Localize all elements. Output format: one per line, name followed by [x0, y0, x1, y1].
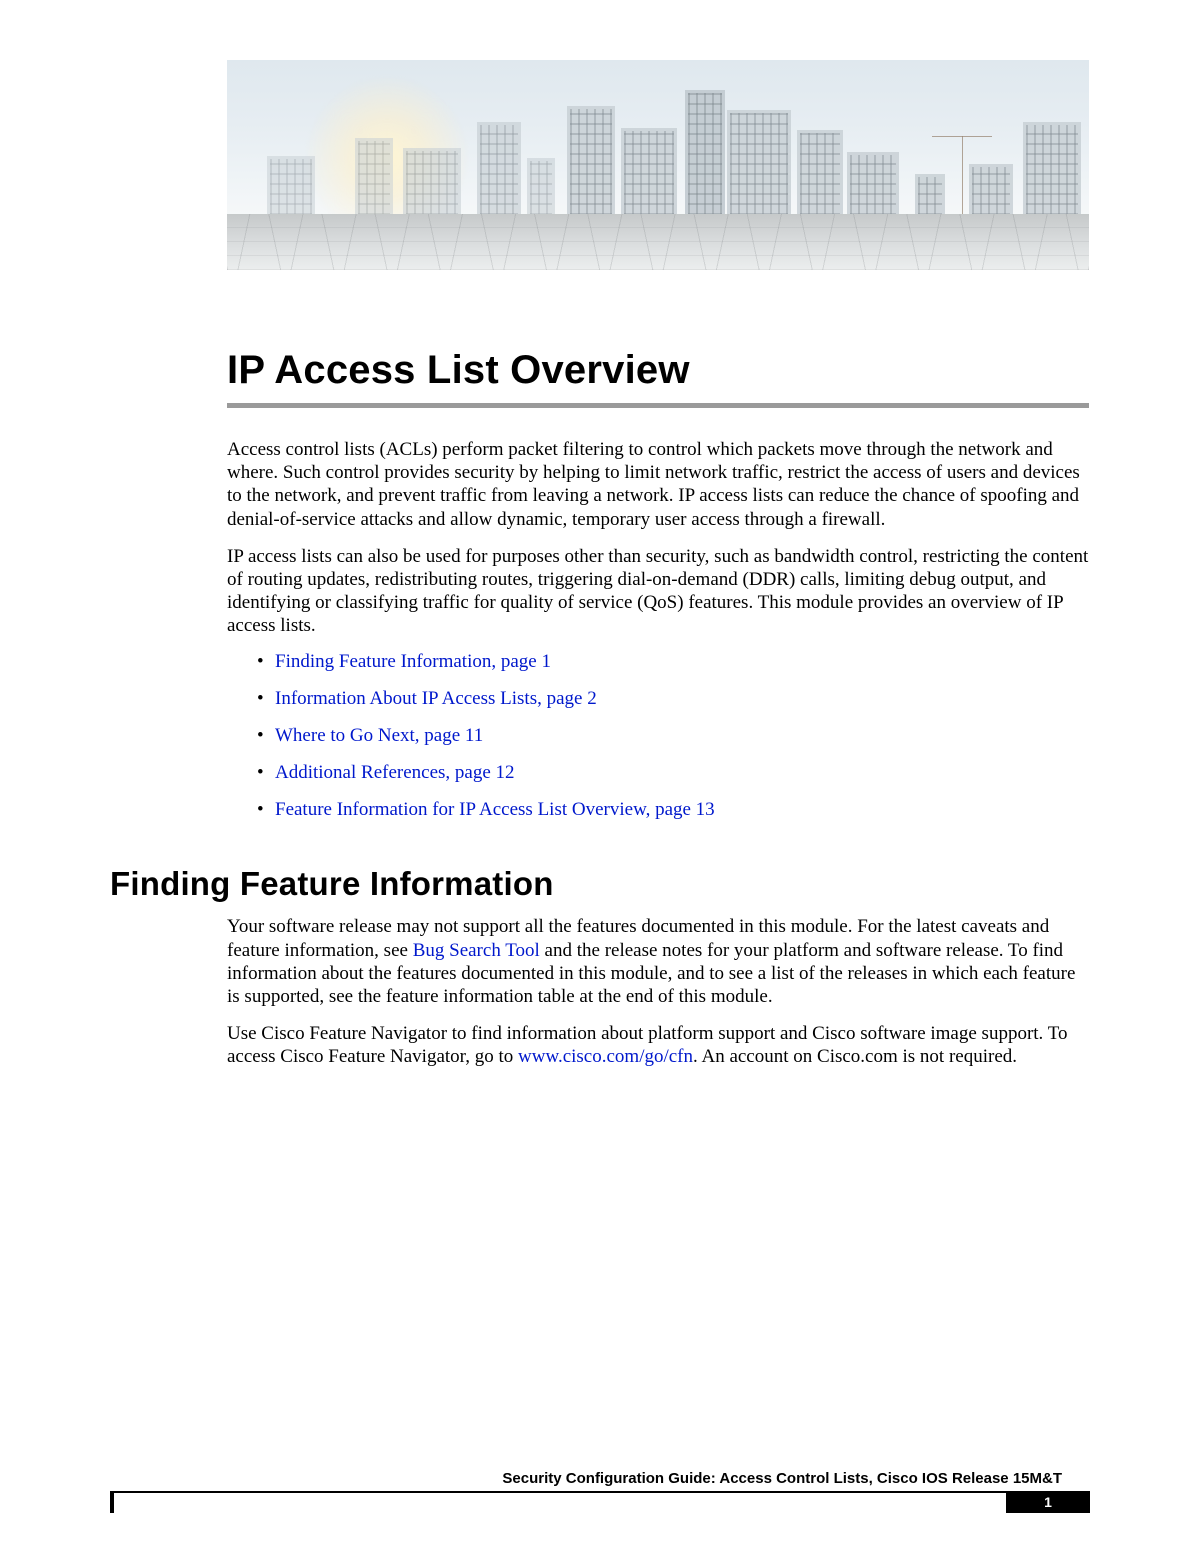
- footer-left-tick: [110, 1491, 114, 1513]
- building: [727, 110, 791, 218]
- building: [355, 138, 393, 218]
- building: [915, 174, 945, 218]
- intro-block: Access control lists (ACLs) perform pack…: [227, 438, 1089, 821]
- title-rule: [227, 403, 1089, 408]
- toc-item: Where to Go Next, page 11: [257, 725, 1089, 748]
- toc-link[interactable]: Where to Go Next, page 11: [275, 725, 483, 746]
- building: [403, 148, 461, 218]
- toc-item: Information About IP Access Lists, page …: [257, 688, 1089, 711]
- intro-paragraph: IP access lists can also be used for pur…: [227, 545, 1089, 638]
- toc-link[interactable]: Additional References, page 12: [275, 762, 515, 783]
- header-banner-image: [227, 60, 1089, 270]
- building: [797, 130, 843, 218]
- crane-icon: [962, 136, 963, 218]
- section-body: Your software release may not support al…: [227, 915, 1089, 1068]
- bug-search-tool-link[interactable]: Bug Search Tool: [413, 940, 540, 961]
- page-number: 1: [1044, 1494, 1052, 1510]
- building: [621, 128, 677, 218]
- footer-doc-title: Security Configuration Guide: Access Con…: [110, 1470, 1090, 1487]
- building: [267, 156, 315, 218]
- section-paragraph: Use Cisco Feature Navigator to find info…: [227, 1022, 1089, 1068]
- toc-link[interactable]: Information About IP Access Lists, page …: [275, 688, 597, 709]
- section-paragraph: Your software release may not support al…: [227, 915, 1089, 1008]
- page-footer: Security Configuration Guide: Access Con…: [110, 1470, 1090, 1513]
- building: [527, 158, 555, 218]
- footer-bar: 1: [110, 1491, 1090, 1513]
- building: [477, 122, 521, 218]
- page: IP Access List Overview Access control l…: [0, 0, 1200, 1553]
- cfn-link[interactable]: www.cisco.com/go/cfn: [518, 1046, 693, 1067]
- toc-link[interactable]: Feature Information for IP Access List O…: [275, 799, 715, 820]
- building: [685, 90, 725, 218]
- toc-item: Feature Information for IP Access List O…: [257, 799, 1089, 822]
- footer-rule: [110, 1491, 1090, 1493]
- toc-item: Additional References, page 12: [257, 762, 1089, 785]
- intro-paragraph: Access control lists (ACLs) perform pack…: [227, 438, 1089, 531]
- toc-list: Finding Feature Information, page 1 Info…: [227, 651, 1089, 821]
- toc-link[interactable]: Finding Feature Information, page 1: [275, 651, 551, 672]
- building: [567, 106, 615, 218]
- building: [1023, 122, 1081, 218]
- page-title: IP Access List Overview: [227, 348, 1090, 393]
- section-heading: Finding Feature Information: [110, 865, 1090, 903]
- building: [969, 164, 1013, 218]
- building: [847, 152, 899, 218]
- foreground-plaza: [227, 214, 1089, 270]
- toc-item: Finding Feature Information, page 1: [257, 651, 1089, 674]
- text-run: . An account on Cisco.com is not require…: [693, 1046, 1017, 1067]
- page-number-box: 1: [1006, 1491, 1090, 1513]
